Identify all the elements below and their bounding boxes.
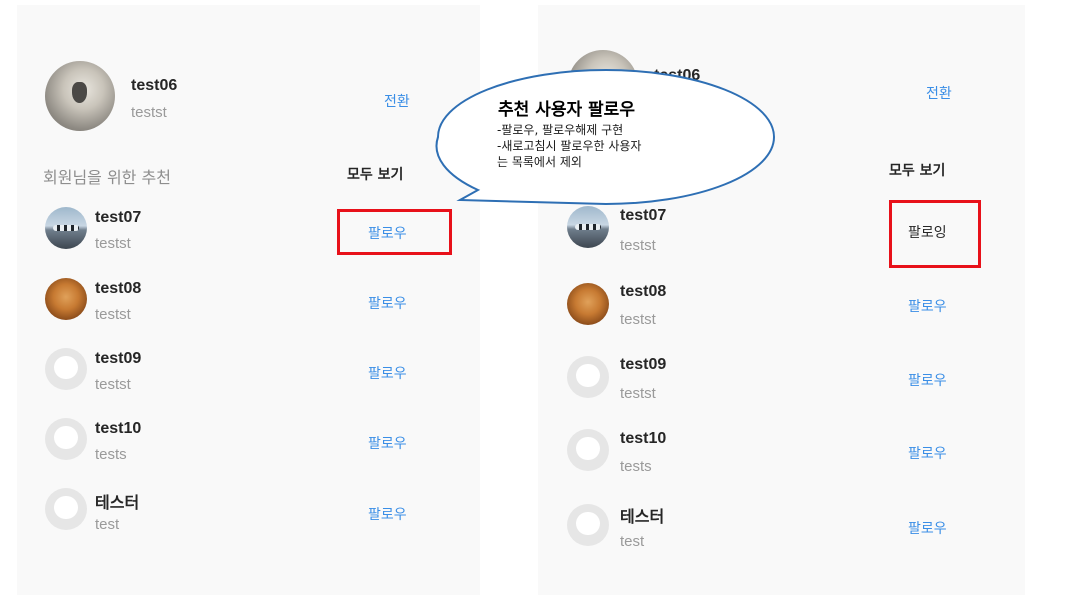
callout-line: -팔로우, 팔로우해제 구현 — [497, 123, 624, 137]
suggestion-username[interactable]: 테스터 — [95, 489, 139, 513]
suggestion-subtitle: testst — [620, 311, 656, 328]
follow-button[interactable]: 팔로우 — [908, 296, 947, 316]
profile-username[interactable]: test06 — [654, 67, 700, 85]
suggestion-username[interactable]: test09 — [95, 350, 141, 368]
follow-button[interactable]: 팔로우 — [908, 443, 947, 463]
suggestion-username[interactable]: test07 — [620, 207, 666, 225]
suggestion-avatar[interactable] — [45, 207, 87, 249]
default-avatar-icon[interactable] — [45, 488, 87, 530]
default-avatar-icon[interactable] — [567, 504, 609, 546]
see-all-link[interactable]: 모두 보기 — [889, 160, 945, 180]
suggestion-subtitle: testst — [620, 237, 656, 254]
highlight-box-follow — [337, 209, 452, 255]
switch-button[interactable]: 전환 — [384, 91, 410, 111]
suggestion-avatar[interactable] — [567, 283, 609, 325]
see-all-link[interactable]: 모두 보기 — [347, 164, 403, 184]
suggestion-avatar[interactable] — [567, 206, 609, 248]
follow-button[interactable]: 팔로우 — [368, 504, 407, 524]
callout-line: 는 목록에서 제외 — [497, 155, 582, 169]
follow-button[interactable]: 팔로우 — [908, 370, 947, 390]
suggestion-subtitle: test — [620, 533, 645, 550]
suggestion-avatar[interactable] — [45, 278, 87, 320]
profile-username[interactable]: test06 — [131, 77, 177, 95]
follow-button[interactable]: 팔로우 — [368, 293, 407, 313]
suggestion-subtitle: testst — [95, 235, 131, 252]
suggestion-username[interactable]: test09 — [620, 356, 666, 374]
profile-avatar[interactable] — [45, 61, 115, 131]
default-avatar-icon[interactable] — [45, 348, 87, 390]
suggestion-username[interactable]: test08 — [95, 280, 141, 298]
suggestion-subtitle: test — [95, 516, 120, 533]
follow-button[interactable]: 팔로우 — [908, 518, 947, 538]
suggestion-username[interactable]: test07 — [95, 209, 141, 227]
suggestion-subtitle: tests — [95, 446, 127, 463]
follow-button[interactable]: 팔로우 — [368, 433, 407, 453]
default-avatar-icon[interactable] — [567, 429, 609, 471]
suggestion-username[interactable]: test08 — [620, 283, 666, 301]
suggestion-subtitle: testst — [620, 385, 656, 402]
default-avatar-icon[interactable] — [567, 356, 609, 398]
suggestion-subtitle: tests — [620, 458, 652, 475]
suggestion-subtitle: testst — [95, 376, 131, 393]
suggestion-username[interactable]: test10 — [95, 420, 141, 438]
profile-subtitle: testst — [131, 104, 167, 121]
follow-button[interactable]: 팔로우 — [368, 363, 407, 383]
highlight-box-following — [889, 200, 981, 268]
default-avatar-icon[interactable] — [45, 418, 87, 460]
suggestion-username[interactable]: 테스터 — [620, 503, 664, 527]
callout-title: 추천 사용자 팔로우 — [498, 100, 635, 120]
suggestions-title: 회원님을 위한 추천 — [43, 168, 171, 187]
callout-line: -새로고침시 팔로우한 사용자 — [497, 139, 642, 153]
suggestion-username[interactable]: test10 — [620, 430, 666, 448]
suggestion-subtitle: testst — [95, 306, 131, 323]
switch-button[interactable]: 전환 — [926, 83, 952, 103]
